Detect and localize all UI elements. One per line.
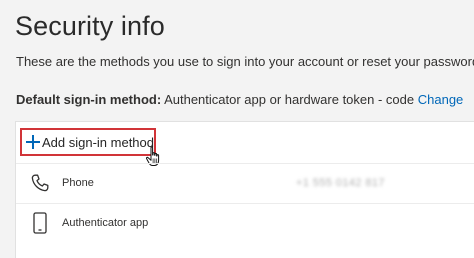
- method-row-authenticator-app: Authenticator app: [16, 203, 474, 242]
- security-info-page: Security info These are the methods you …: [0, 0, 474, 258]
- method-label-authenticator-app: Authenticator app: [62, 217, 149, 229]
- page-title: Security info: [15, 11, 165, 41]
- default-method-label: Default sign-in method:: [16, 92, 162, 107]
- plus-icon: [26, 135, 40, 149]
- page-description: These are the methods you use to sign in…: [16, 54, 474, 69]
- sign-in-methods-card: Add sign-in method Phone +1 555 0142 817: [15, 121, 474, 258]
- smartphone-icon: [28, 211, 52, 235]
- method-label-phone: Phone: [62, 177, 94, 189]
- phone-icon: [28, 171, 52, 195]
- default-sign-in-method: Default sign-in method: Authenticator ap…: [16, 92, 463, 107]
- change-default-method-link[interactable]: Change: [418, 92, 464, 107]
- method-value-phone: +1 555 0142 817: [296, 177, 385, 189]
- add-sign-in-method-label: Add sign-in method: [41, 134, 154, 150]
- add-sign-in-method-button[interactable]: Add sign-in method: [20, 128, 156, 156]
- method-row-phone: Phone +1 555 0142 817: [16, 163, 474, 202]
- default-method-value: Authenticator app or hardware token - co…: [164, 92, 415, 107]
